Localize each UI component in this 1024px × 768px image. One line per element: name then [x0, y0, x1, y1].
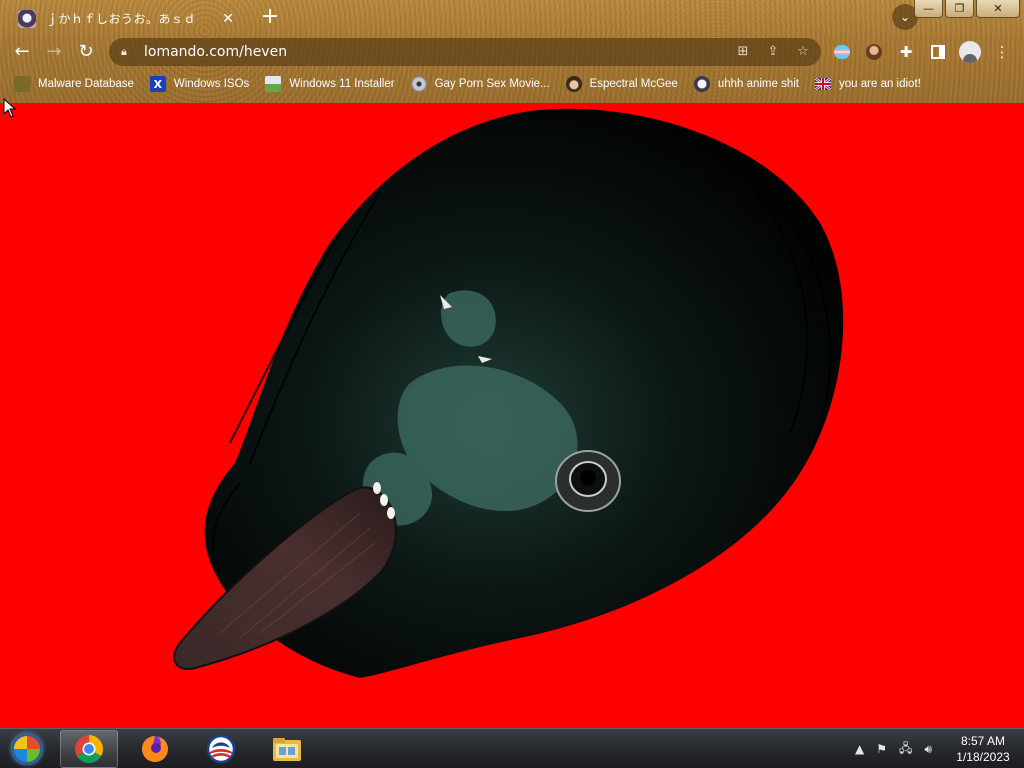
window-controls: — ❐ ✕ [912, 0, 1020, 18]
address-bar[interactable]: 🔒︎ lomando.com/heven ⊞ ⇪ ☆ [109, 38, 821, 66]
bookmark-windows-isos[interactable]: X Windows ISOs [149, 76, 249, 92]
bookmark-you-are-an-idiot[interactable]: you are an idiot! [815, 76, 921, 92]
kebab-menu-icon: ⋮ [994, 43, 1010, 61]
close-window-button[interactable]: ✕ [976, 0, 1020, 18]
firefox-icon [142, 736, 168, 762]
translate-icon[interactable]: ⊞ [733, 42, 753, 62]
extension-trans-flag[interactable] [830, 40, 854, 64]
profile-button[interactable] [958, 40, 982, 64]
puzzle-icon: ✚ [899, 43, 913, 61]
face-avatar-icon [866, 44, 882, 60]
bookmark-anime[interactable]: uhhh anime shit [693, 76, 799, 92]
bookmark-windows-11-installer[interactable]: Windows 11 Installer [265, 76, 395, 92]
forward-button[interactable]: → [42, 40, 66, 64]
back-button[interactable]: ← [10, 40, 34, 64]
side-panel-button[interactable] [926, 40, 950, 64]
reload-button[interactable]: ↻ [74, 40, 98, 64]
malware-database-icon [14, 76, 30, 92]
anime-face-icon [693, 76, 710, 92]
bookmark-malware-database[interactable]: Malware Database [14, 76, 134, 92]
taskbar-firefox[interactable] [126, 730, 184, 768]
menu-button[interactable]: ⋮ [990, 40, 1014, 64]
bookmark-star-icon[interactable]: ☆ [793, 42, 813, 62]
url-text[interactable]: lomando.com/heven [144, 44, 723, 60]
browser-tab[interactable]: ｊかｈｆしおうお。あｓｄ ✕ [8, 3, 246, 34]
creature-eye [555, 450, 621, 512]
bookmark-espectral-mcgee[interactable]: Espectral McGee [565, 76, 678, 92]
creature-illustration [173, 108, 844, 679]
mouse-cursor-icon [3, 98, 17, 118]
new-tab-button[interactable]: + [258, 6, 282, 30]
taskbar-file-explorer[interactable] [258, 730, 316, 768]
show-hidden-icons-icon[interactable]: ▲ [855, 742, 864, 756]
extension-face[interactable] [862, 40, 886, 64]
tab-close-icon[interactable]: ✕ [220, 11, 236, 27]
image-thumbnail-icon [265, 76, 282, 92]
uk-flag-icon [815, 76, 832, 92]
chrome-icon [75, 735, 103, 763]
taskbar-chrome[interactable] [60, 730, 118, 768]
obama-logo-icon [206, 734, 236, 764]
reload-icon: ↻ [78, 41, 94, 62]
extensions-button[interactable]: ✚ [894, 40, 918, 64]
file-explorer-icon [273, 738, 301, 761]
bookmarks-bar: Malware Database X Windows ISOs Windows … [0, 72, 1024, 96]
browser-frame: ｊかｈｆしおうお。あｓｄ ✕ + ⌄ — ❐ ✕ ← → ↻ 🔒︎ lomand… [0, 0, 1024, 103]
clock-date: 1/18/2023 [956, 750, 1010, 764]
windows-orb-icon [11, 733, 43, 765]
minimize-button[interactable]: — [914, 0, 943, 18]
web-page-content [0, 103, 1024, 728]
start-button[interactable] [6, 731, 48, 767]
system-tray: ▲ ⚑ 🖧︎ 🔊︎ 8:57 AM 1/18/2023 [849, 729, 1018, 768]
character-face-icon [565, 76, 582, 92]
taskbar-obama-app[interactable] [192, 730, 250, 768]
clock[interactable]: 8:57 AM 1/18/2023 [948, 733, 1018, 765]
network-icon[interactable]: 🖧︎ [899, 739, 912, 760]
action-center-flag-icon[interactable]: ⚑ [876, 742, 887, 756]
share-icon[interactable]: ⇪ [763, 42, 783, 62]
tab-favicon-icon [18, 9, 36, 28]
x-logo-icon: X [149, 76, 166, 92]
back-arrow-icon: ← [14, 41, 30, 62]
volume-icon[interactable]: 🔊︎ [924, 742, 932, 757]
bookmark-gay-porn-sex-movie[interactable]: Gay Porn Sex Movie... [410, 76, 550, 92]
cd-icon [410, 76, 427, 92]
clock-time: 8:57 AM [960, 734, 1006, 748]
maximize-button[interactable]: ❐ [945, 0, 974, 18]
forward-arrow-icon: → [46, 41, 62, 62]
trans-flag-icon [834, 45, 850, 59]
profile-avatar-icon [959, 41, 981, 63]
tab-title: ｊかｈｆしおうお。あｓｄ [46, 12, 197, 26]
taskbar: ▲ ⚑ 🖧︎ 🔊︎ 8:57 AM 1/18/2023 [0, 728, 1024, 768]
side-panel-icon [931, 45, 945, 59]
lock-icon[interactable]: 🔒︎ [121, 45, 135, 59]
